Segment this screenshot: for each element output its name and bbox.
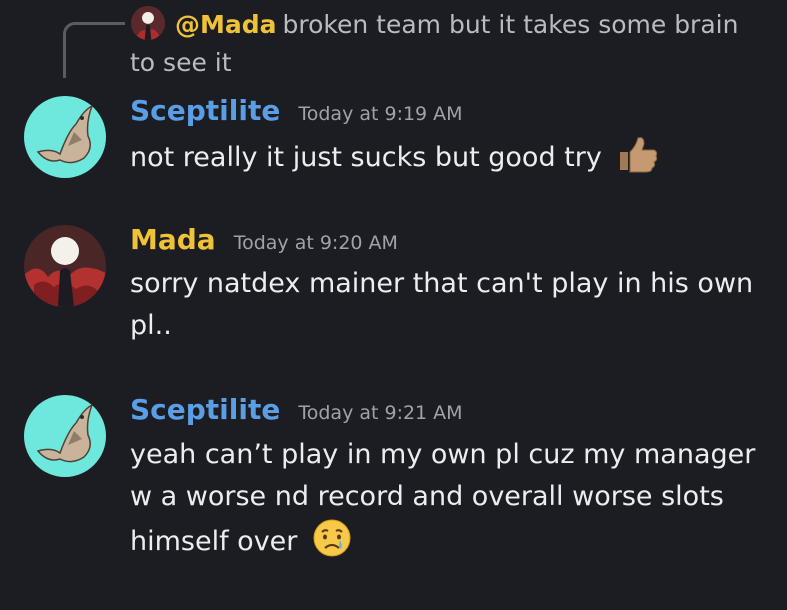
username[interactable]: Mada — [130, 223, 216, 256]
reply-connector-line — [63, 22, 125, 78]
message-header: Sceptilite Today at 9:21 AM — [130, 393, 463, 429]
timestamp[interactable]: Today at 9:20 AM — [234, 232, 398, 254]
message-header: Mada Today at 9:20 AM — [130, 223, 398, 259]
timestamp[interactable]: Today at 9:19 AM — [298, 103, 462, 125]
sceptile-avatar-icon — [24, 395, 106, 477]
message-text: yeah can’t play in my own pl cuz my mana… — [130, 434, 770, 571]
message-header: Sceptilite Today at 9:19 AM — [130, 94, 463, 130]
avatar[interactable] — [24, 395, 106, 477]
thumbs-up-icon[interactable] — [616, 134, 660, 187]
message-text-content: yeah can’t play in my own pl cuz my mana… — [130, 439, 756, 557]
reply-username[interactable]: @Mada — [175, 10, 277, 39]
reply-preview[interactable]: @Mada broken team but it takes some brain… — [130, 6, 760, 82]
message-text: sorry natdex mainer that can't play in h… — [130, 268, 754, 341]
timestamp[interactable]: Today at 9:21 AM — [298, 402, 462, 424]
crying-face-icon[interactable] — [312, 518, 352, 571]
message-text: not really it just sucks but good try — [130, 134, 770, 187]
red-moon-avatar-icon — [24, 225, 106, 307]
avatar[interactable] — [24, 96, 106, 178]
username[interactable]: Sceptilite — [130, 393, 280, 426]
avatar[interactable] — [24, 225, 106, 307]
message-text-content: not really it just sucks but good try — [130, 142, 602, 173]
sceptile-avatar-icon — [24, 96, 106, 178]
username[interactable]: Sceptilite — [130, 94, 280, 127]
